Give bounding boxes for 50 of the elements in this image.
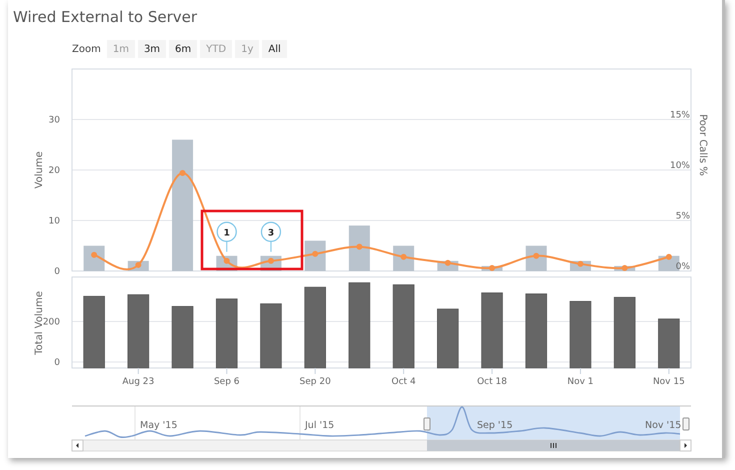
axis-label: Sep 6 [214,377,240,387]
total-volume-bar [570,300,592,368]
total-volume-bar [260,303,282,368]
data-point [489,264,496,271]
volume-bar [304,240,326,271]
axis-label: Nov 1 [567,377,594,387]
zoom-button[interactable]: 3m [138,40,166,58]
volume-bar [348,226,370,271]
data-point [622,264,628,271]
data-point [444,260,451,266]
data-point [135,262,142,268]
total-volume-bar [216,298,238,368]
axis-title: Poor Calls % [697,114,708,176]
total-volume-bar [437,308,459,368]
data-point [577,260,584,267]
total-volume-bar [658,318,680,368]
zoom-button[interactable]: All [262,40,287,58]
zoom-label: Zoom [72,44,101,54]
axis-label: 200 [42,318,60,328]
axis-label: Oct 4 [392,377,416,387]
data-point [268,258,274,264]
axis-title: Volume [34,151,45,189]
zoom-button[interactable]: 6m [169,40,198,58]
axis-label: 10 [48,216,60,226]
axis-label: 0 [54,358,60,368]
axis-label: Nov 15 [652,377,685,387]
axis-label: 10% [670,161,690,171]
range-navigator[interactable]: May '15 Jul '15 Sep '15 Nov '15 [8,400,722,455]
axis-label: Aug 23 [122,377,154,387]
data-point [180,170,186,176]
axis-label: 30 [48,116,60,126]
data-point [224,258,230,264]
volume-bar [84,246,105,271]
data-point [312,250,318,257]
data-point [533,252,540,259]
axis-label: 15% [670,110,690,120]
data-point [356,244,362,250]
data-point [91,252,98,258]
axis-label: 0 [54,267,60,275]
data-point [400,254,407,260]
axis-label: 0% [676,262,690,272]
total-volume-bar [172,306,194,368]
axis-label: 5% [676,212,690,222]
axis-title: Total Volume [34,291,45,355]
axis-label: Sep 20 [300,377,331,387]
data-point [666,254,672,260]
chart-title: Wired External to Server [13,7,198,27]
axis-label: Oct 18 [477,377,507,387]
axis-label: 20 [48,166,60,176]
total-volume-bar [614,296,636,368]
